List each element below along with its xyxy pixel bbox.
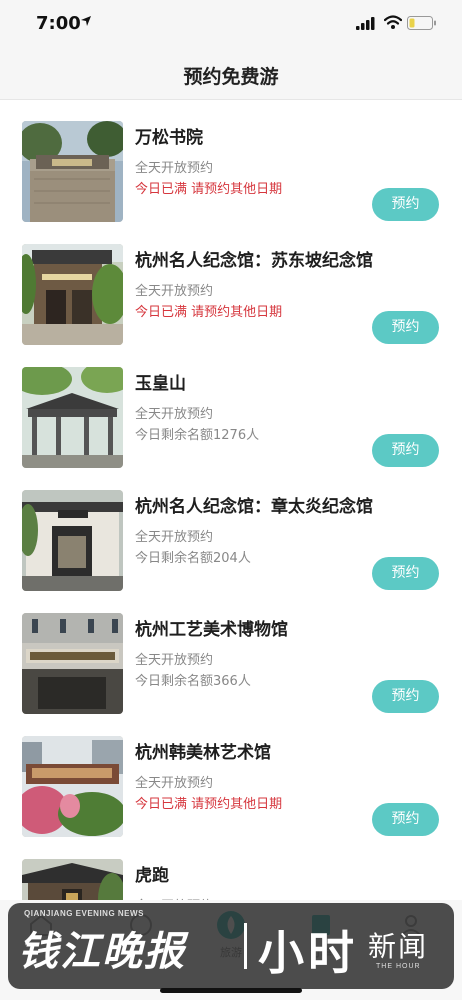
item-status: 今日剩余名额1276人 [135,428,260,443]
watermark-divider [244,923,247,969]
home-indicator [160,988,302,993]
item-hours: 全天开放预约 [135,776,214,791]
news-watermark: QIANJIANG EVENING NEWS 钱江晚报 小时 新闻 THE HO… [8,903,454,989]
thumbnail-image [22,121,123,222]
watermark-brand: 小时 [258,926,358,980]
list-item[interactable]: 杭州韩美林艺术馆 全天开放预约 今日已满 请预约其他日期 预约 [0,716,462,838]
status-time: 7:00 [36,13,81,34]
list-item[interactable]: 杭州名人纪念馆：苏东坡纪念馆 全天开放预约 今日已满 请预约其他日期 预约 [0,224,462,346]
thumbnail-image [22,736,123,837]
thumbnail-image [22,367,123,468]
item-title: 杭州名人纪念馆：苏东坡纪念馆 [135,251,373,271]
thumbnail-image [22,244,123,345]
book-button[interactable]: 预约 [372,434,439,467]
item-title: 万松书院 [135,128,203,148]
item-status: 今日剩余名额204人 [135,551,251,566]
item-hours: 全天开放预约 [135,161,214,176]
nav-bar: 预约免费游 [0,48,462,100]
book-button[interactable]: 预约 [372,557,439,590]
list-item[interactable]: 杭州工艺美术博物馆 全天开放预约 今日剩余名额366人 预约 [0,593,462,715]
watermark-news: 新闻 [368,930,429,963]
watermark-en: QIANJIANG EVENING NEWS [24,909,144,918]
item-hours: 全天开放预约 [135,284,214,299]
book-button[interactable]: 预约 [372,311,439,344]
item-title: 杭州韩美林艺术馆 [135,743,271,763]
item-hours: 全天开放预约 [135,653,214,668]
page-title: 预约免费游 [183,66,279,88]
item-title: 虎跑 [135,866,169,886]
list-item[interactable]: 玉皇山 全天开放预约 今日剩余名额1276人 预约 [0,347,462,469]
list-item[interactable]: 万松书院 全天开放预约 今日已满 请预约其他日期 预约 [0,101,462,223]
battery-icon [407,16,436,30]
item-status: 今日已满 请预约其他日期 [135,182,283,197]
item-status: 今日已满 请预约其他日期 [135,797,283,812]
thumbnail-image [22,490,123,591]
item-title: 玉皇山 [135,374,186,394]
item-status: 今日剩余名额366人 [135,674,251,689]
book-button[interactable]: 预约 [372,188,439,221]
item-hours: 全天开放预约 [135,530,214,545]
list-item[interactable]: 杭州名人纪念馆：章太炎纪念馆 全天开放预约 今日剩余名额204人 预约 [0,470,462,592]
location-arrow-icon [81,16,91,26]
watermark-sub: THE HOUR [376,963,421,970]
thumbnail-image [22,613,123,714]
item-hours: 全天开放预约 [135,407,214,422]
cellular-signal-icon [356,17,375,30]
item-title: 杭州工艺美术博物馆 [135,620,288,640]
status-bar: 7:00 [0,0,462,48]
book-button[interactable]: 预约 [372,803,439,836]
watermark-cn: 钱江晚报 [18,928,186,975]
item-title: 杭州名人纪念馆：章太炎纪念馆 [135,497,373,517]
item-status: 今日已满 请预约其他日期 [135,305,283,320]
wifi-icon [384,15,402,29]
book-button[interactable]: 预约 [372,680,439,713]
